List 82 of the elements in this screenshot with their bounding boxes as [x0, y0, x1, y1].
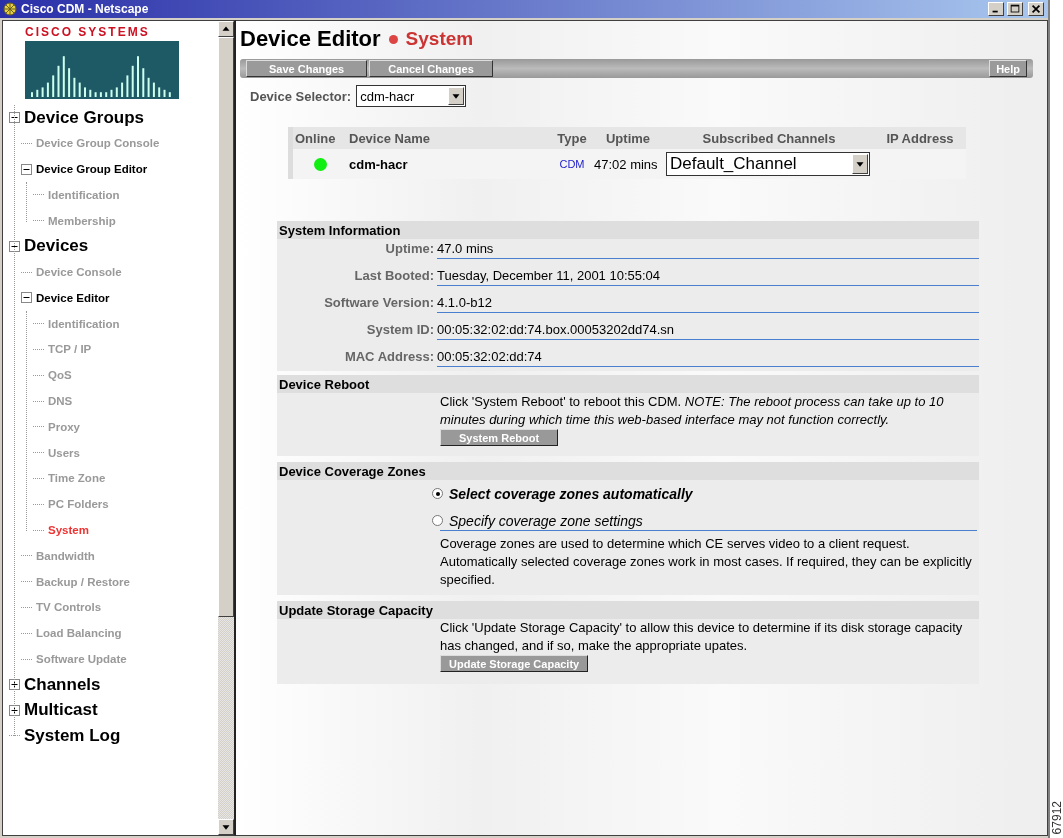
minimize-icon[interactable]: [988, 2, 1004, 16]
description-text: Click 'Update Storage Capacity' to allow this device to determine if its disk storage capacity has changed, and if so, make the appropriate upates.: [440, 619, 964, 655]
maximize-icon[interactable]: [1007, 2, 1023, 16]
field-label: Software Version:: [323, 295, 435, 312]
column-header: Online: [293, 127, 347, 149]
device-select[interactable]: cdm-hacr: [356, 85, 467, 107]
scroll-thumb[interactable]: [218, 37, 234, 617]
nav-item[interactable]: TCP / IP: [48, 343, 92, 356]
collapse-icon[interactable]: [9, 240, 20, 252]
nav-item[interactable]: Device Console: [36, 266, 122, 279]
logo-text: CISCO SYSTEMS: [24, 25, 151, 39]
section-header: Update Storage Capacity: [277, 601, 979, 619]
window-title: Cisco CDM - Netscape: [21, 2, 150, 16]
radio-button[interactable]: [432, 515, 443, 526]
field-value: 47.0 mins: [437, 241, 979, 259]
nav-item[interactable]: System: [48, 524, 89, 537]
collapse-icon[interactable]: [9, 112, 20, 124]
field-label: Last Booted:: [353, 268, 435, 285]
page-subtitle: System: [405, 28, 474, 50]
scroll-down-icon[interactable]: [218, 819, 234, 835]
scroll-up-icon[interactable]: [218, 21, 234, 37]
expand-icon[interactable]: [9, 704, 20, 716]
nav-item[interactable]: Device Editor: [36, 291, 110, 304]
logo-icon: [25, 41, 179, 99]
field-label: Uptime:: [384, 241, 435, 258]
nav-item[interactable]: Device Groups: [24, 107, 144, 128]
section-header: Device Coverage Zones: [277, 462, 979, 480]
channel-select[interactable]: Default_Channel: [666, 152, 870, 176]
close-icon[interactable]: [1028, 2, 1044, 16]
expand-icon[interactable]: [9, 679, 20, 691]
globe-icon: [2, 2, 18, 16]
update-storage-button[interactable]: Update Storage Capacity: [440, 655, 589, 672]
description-text: Coverage zones are used to determine which CE serves video to a client request. Automatically selected coverage zones work in most cases. If required, they can be explicitly specified.: [440, 535, 973, 589]
nav-item[interactable]: PC Folders: [48, 498, 109, 511]
nav-item[interactable]: QoS: [48, 369, 72, 382]
column-header: Subscribed Channels: [664, 127, 874, 149]
description-text: Click 'System Reboot' to reboot this CDM. NOTE: The reboot process can take up to 10 minutes during which time this web-based interface may not function correctly.: [440, 393, 945, 429]
collapse-icon[interactable]: [21, 163, 32, 175]
nav-item[interactable]: Device Group Console: [36, 137, 160, 150]
toolbar-button[interactable]: Save Changes: [246, 60, 368, 77]
nav-item[interactable]: Load Balancing: [36, 627, 122, 640]
field-label: MAC Address:: [343, 349, 435, 366]
field-value: 4.1.0-b12: [437, 295, 979, 313]
field-value: Tuesday, December 11, 2001 10:55:04: [437, 268, 979, 286]
nav-item[interactable]: Devices: [24, 236, 89, 257]
column-header: Type: [552, 127, 592, 149]
collapse-icon[interactable]: [21, 292, 32, 304]
nav-item[interactable]: Membership: [48, 214, 116, 227]
bullet-icon: [388, 34, 398, 44]
nav-item[interactable]: Time Zone: [48, 472, 106, 485]
column-header: Uptime: [592, 127, 664, 149]
nav-item[interactable]: Identification: [48, 317, 120, 330]
scrollbar[interactable]: [218, 21, 234, 835]
radio-label[interactable]: Specify coverage zone settings: [449, 512, 643, 529]
nav-item[interactable]: Bandwidth: [36, 549, 95, 562]
field-value: 00:05:32:02:dd:74.box.00053202dd74.sn: [437, 322, 979, 340]
table-cell: 47:02 mins: [592, 149, 664, 179]
nav-item[interactable]: TV Controls: [36, 601, 102, 614]
system-reboot-button[interactable]: System Reboot: [440, 429, 559, 446]
nav-item[interactable]: Multicast: [24, 700, 98, 721]
nav-item[interactable]: Users: [48, 446, 80, 459]
field-value: 00:05:32:02:dd:74: [437, 349, 979, 367]
column-header: IP Address: [874, 127, 966, 149]
nav-item[interactable]: Proxy: [48, 420, 80, 433]
section-header: Device Reboot: [277, 375, 979, 393]
radio-button[interactable]: [432, 488, 443, 499]
nav-item[interactable]: Channels: [24, 674, 101, 695]
section-header: System Information: [277, 221, 979, 239]
help-button[interactable]: Help: [989, 60, 1027, 77]
page-title: Device Editor: [240, 26, 381, 52]
nav-item[interactable]: Software Update: [36, 653, 127, 666]
field-label: Device Selector:: [250, 88, 352, 104]
figure-number: 67912: [1049, 800, 1063, 834]
column-header: Device Name: [347, 127, 552, 149]
nav-item[interactable]: Backup / Restore: [36, 575, 130, 588]
toolbar-button[interactable]: Cancel Changes: [369, 60, 493, 77]
nav-item[interactable]: Identification: [48, 189, 120, 201]
field-label: System ID:: [365, 322, 435, 339]
nav-item[interactable]: System Log: [24, 725, 121, 746]
nav-item[interactable]: DNS: [48, 395, 73, 408]
radio-label[interactable]: Select coverage zones automatically: [449, 485, 693, 502]
nav-item[interactable]: Device Group Editor: [36, 163, 148, 176]
